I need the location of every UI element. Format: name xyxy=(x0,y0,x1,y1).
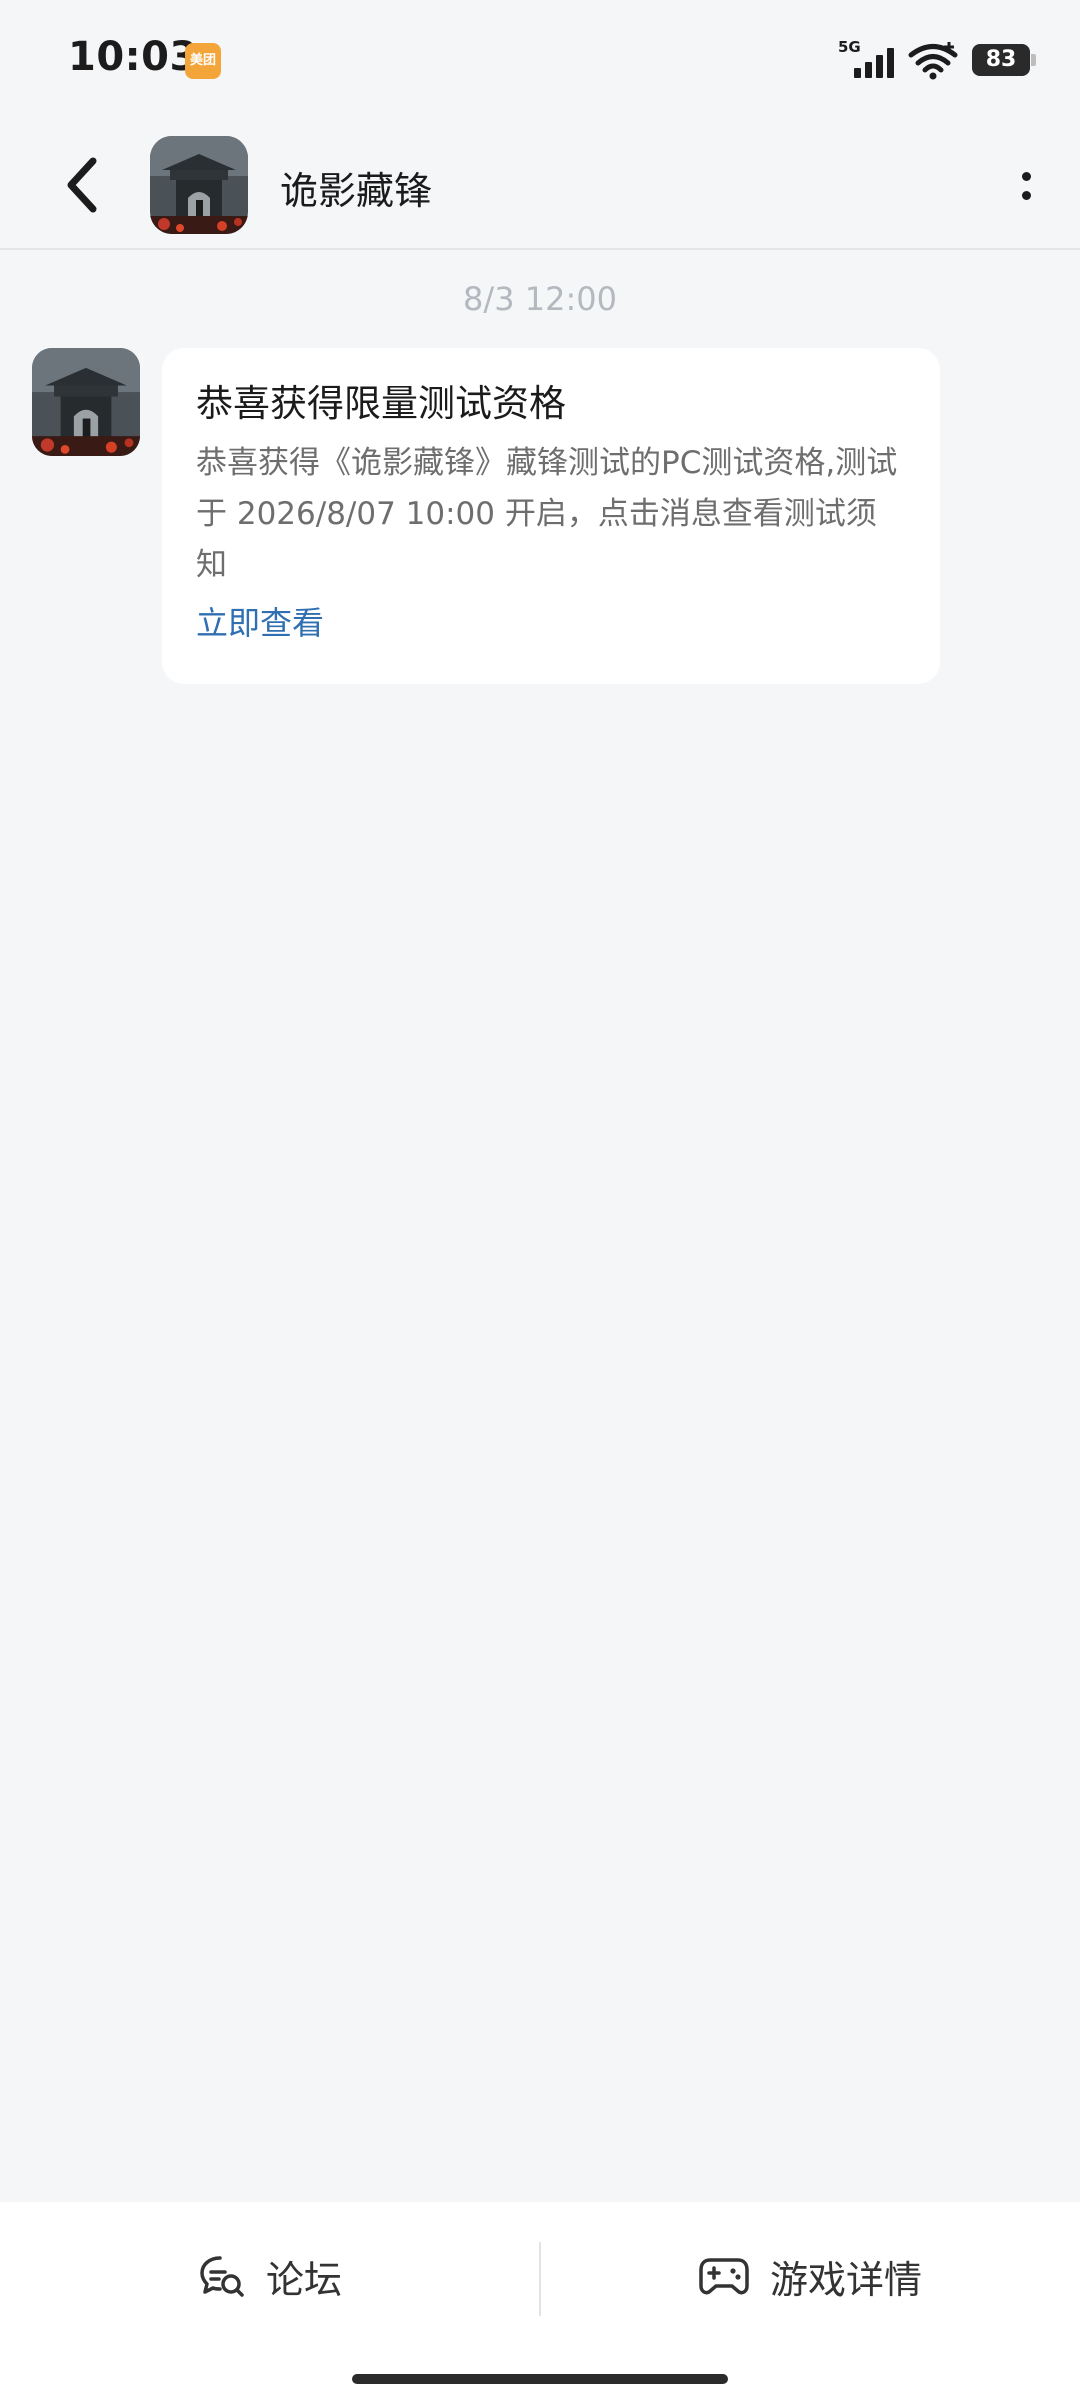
home-indicator[interactable] xyxy=(352,2374,728,2384)
message-timestamp: 8/3 12:00 xyxy=(463,280,617,318)
message-body: 恭喜获得《诡影藏锋》藏锋测试的PC测试资格,测试于 2026/8/07 10:0… xyxy=(196,445,898,583)
status-indicators: 5G 83 xyxy=(838,38,1036,82)
meituan-app-icon: 美团 xyxy=(185,43,221,79)
more-dot-icon xyxy=(1021,191,1031,200)
forum-tab[interactable]: 论坛 xyxy=(0,2202,540,2350)
more-dot-icon xyxy=(1021,172,1031,181)
chat-header: 诡影藏锋 xyxy=(0,120,1080,250)
more-options-button[interactable] xyxy=(996,156,1056,216)
status-time: 10:03 xyxy=(68,34,198,80)
forum-chat-icon xyxy=(200,2256,244,2297)
gamepad-icon xyxy=(699,2258,749,2295)
view-now-link[interactable]: 立即查看 xyxy=(196,599,906,647)
game-details-tab-label: 游戏详情 xyxy=(769,2257,922,2302)
tab-divider xyxy=(539,2242,541,2316)
game-details-tab[interactable]: 游戏详情 xyxy=(540,2202,1080,2350)
message-title: 恭喜获得限量测试资格 xyxy=(196,382,566,425)
sender-avatar[interactable] xyxy=(32,348,140,456)
wifi-icon xyxy=(908,42,958,80)
chevron-left-icon xyxy=(67,157,97,213)
bottom-bar: 论坛 游戏详情 xyxy=(0,2202,1080,2350)
game-icon-image xyxy=(32,348,140,456)
page-title: 诡影藏锋 xyxy=(280,169,433,213)
game-avatar[interactable] xyxy=(150,136,248,234)
back-button[interactable] xyxy=(48,150,118,220)
battery-icon: 83 xyxy=(972,44,1036,76)
screen: 10:03 美团 5G 83 诡影藏锋 8/3 12:00 恭喜获得限量测试资格… xyxy=(0,0,1080,2403)
forum-tab-label: 论坛 xyxy=(265,2257,342,2302)
status-bar: 10:03 美团 5G 83 xyxy=(0,0,1080,120)
game-icon-image xyxy=(150,136,248,234)
message-card[interactable]: 恭喜获得限量测试资格 恭喜获得《诡影藏锋》藏锋测试的PC测试资格,测试于 202… xyxy=(162,348,940,684)
cellular-signal-icon: 5G xyxy=(838,38,894,80)
